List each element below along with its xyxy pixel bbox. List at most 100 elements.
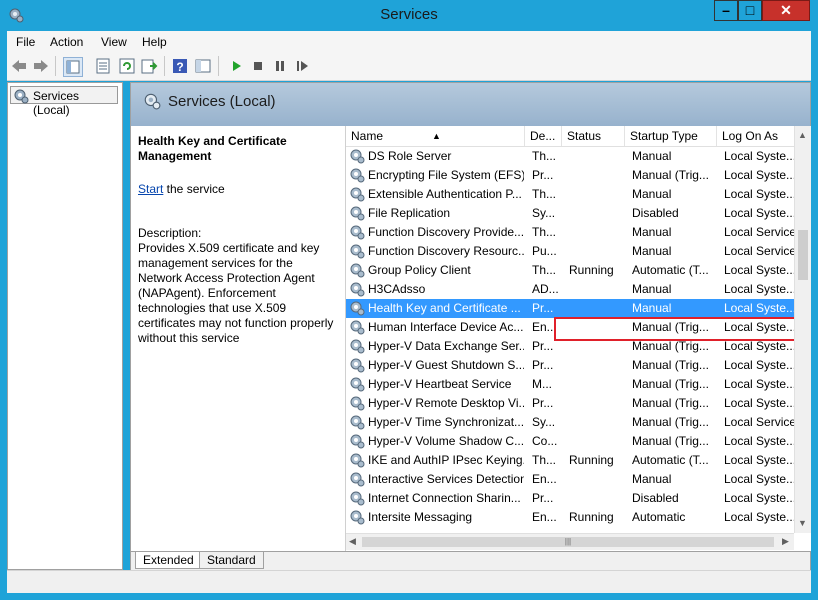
service-row[interactable]: Function Discovery Resourc... Pu... Manual… <box>346 242 794 261</box>
column-startup-type[interactable]: Startup Type <box>625 126 717 146</box>
toolbar-separator <box>55 56 56 76</box>
service-row[interactable]: File Replication Sy... Disabled Local Syste… <box>346 204 794 223</box>
service-row[interactable]: Hyper-V Remote Desktop Vi... Pr... Manual … <box>346 394 794 413</box>
service-row[interactable]: Internet Connection Sharin... Pr... Disabl… <box>346 489 794 508</box>
service-status: Running <box>569 510 614 524</box>
service-gear-icon <box>350 510 365 525</box>
description-label: Description: <box>138 226 202 240</box>
service-gear-icon <box>350 244 365 259</box>
vertical-scroll-thumb[interactable] <box>798 230 808 280</box>
scroll-down-icon[interactable]: ▼ <box>798 518 807 528</box>
close-button[interactable]: ✕ <box>762 0 810 21</box>
service-log-on-as: Local Service <box>724 415 794 429</box>
service-row[interactable]: H3CAdsso AD... Manual Local Syste... <box>346 280 794 299</box>
service-startup-type: Automatic (T... <box>632 263 709 277</box>
service-row[interactable]: Intersite Messaging En... Running Automatic… <box>346 508 794 527</box>
service-description-cell: Th... <box>532 453 557 467</box>
service-status: Running <box>569 263 614 277</box>
service-row[interactable]: Function Discovery Provide... Th... Manual… <box>346 223 794 242</box>
service-gear-icon <box>350 491 365 506</box>
service-startup-type: Disabled <box>632 491 679 505</box>
service-gear-icon <box>350 301 365 316</box>
service-startup-type: Manual (Trig... <box>632 339 709 353</box>
menu-view[interactable]: View <box>101 35 127 49</box>
minimize-button[interactable]: – <box>714 0 738 21</box>
service-startup-type: Manual <box>632 149 672 163</box>
scroll-right-icon[interactable]: ▶ <box>782 536 789 547</box>
service-log-on-as: Local Syste... <box>724 263 794 277</box>
export-list-icon[interactable] <box>140 57 158 75</box>
menu-action[interactable]: Action <box>50 35 83 49</box>
service-row[interactable]: Hyper-V Time Synchronizat... Sy... Manual … <box>346 413 794 432</box>
service-row[interactable]: Group Policy Client Th... Running Automatic… <box>346 261 794 280</box>
toolbar: ? <box>7 53 811 81</box>
service-row[interactable]: IKE and AuthIP IPsec Keying... Th... Runni… <box>346 451 794 470</box>
back-icon[interactable] <box>10 57 28 75</box>
service-row[interactable]: DS Role Server Th... Manual Local Syste... <box>346 147 794 166</box>
vertical-scrollbar[interactable]: ▲ ▼ <box>794 126 811 533</box>
sort-ascending-icon: ▲ <box>432 131 441 141</box>
service-startup-type: Manual (Trig... <box>632 168 709 182</box>
service-row[interactable]: Interactive Services Detection En... Manua… <box>346 470 794 489</box>
console-tree: Services (Local) <box>7 82 123 570</box>
menu-help[interactable]: Help <box>142 35 167 49</box>
service-row[interactable]: Health Key and Certificate ... Pr... Manua… <box>346 299 794 318</box>
start-service-icon[interactable] <box>227 57 245 75</box>
service-name: Intersite Messaging <box>368 510 473 524</box>
service-startup-type: Manual (Trig... <box>632 415 709 429</box>
scroll-up-icon[interactable]: ▲ <box>798 130 807 140</box>
service-log-on-as: Local Syste... <box>724 453 794 467</box>
column-status[interactable]: Status <box>562 126 625 146</box>
service-description-cell: Th... <box>532 225 557 239</box>
service-row[interactable]: Hyper-V Guest Shutdown S... Pr... Manual (… <box>346 356 794 375</box>
scroll-left-icon[interactable]: ◀ <box>349 536 356 547</box>
service-row[interactable]: Hyper-V Heartbeat Service M... Manual (Tri… <box>346 375 794 394</box>
title-bar[interactable]: Services – □ ✕ <box>0 0 818 30</box>
service-log-on-as: Local Service <box>724 225 794 239</box>
maximize-button[interactable]: □ <box>738 0 762 21</box>
tree-item-services-local[interactable]: Services (Local) <box>10 86 118 117</box>
show-hide-console-tree-icon[interactable] <box>63 57 83 77</box>
service-description-cell: Sy... <box>532 415 556 429</box>
refresh-icon[interactable] <box>118 57 136 75</box>
forward-icon[interactable] <box>32 57 50 75</box>
help-icon[interactable]: ? <box>171 57 189 75</box>
service-startup-type: Automatic <box>632 510 686 524</box>
service-name: IKE and AuthIP IPsec Keying... <box>368 453 524 467</box>
properties-icon[interactable] <box>94 57 112 75</box>
stop-service-icon[interactable] <box>249 57 267 75</box>
service-log-on-as: Local Syste... <box>724 491 794 505</box>
service-row[interactable]: Encrypting File System (EFS) Pr... Manual … <box>346 166 794 185</box>
service-name: Function Discovery Resourc... <box>368 244 524 258</box>
service-row[interactable]: Extensible Authentication P... Th... Manua… <box>346 185 794 204</box>
column-name[interactable]: Name ▲ <box>346 126 525 146</box>
service-gear-icon <box>350 415 365 430</box>
start-service-link[interactable]: Start <box>138 182 163 196</box>
service-row[interactable]: Hyper-V Volume Shadow C... Co... Manual (T… <box>346 432 794 451</box>
service-description-cell: Pr... <box>532 301 554 315</box>
column-description[interactable]: De... <box>525 126 562 146</box>
service-gear-icon <box>350 263 365 278</box>
horizontal-scrollbar[interactable]: ◀ ||| ▶ <box>346 533 794 550</box>
restart-service-icon[interactable] <box>293 57 311 75</box>
service-startup-type: Automatic (T... <box>632 453 709 467</box>
menu-file[interactable]: File <box>16 35 35 49</box>
pause-service-icon[interactable] <box>271 57 289 75</box>
service-startup-type: Manual <box>632 301 672 315</box>
service-log-on-as: Local Syste... <box>724 472 794 486</box>
service-startup-type: Manual <box>632 225 672 239</box>
service-gear-icon <box>350 149 365 164</box>
column-log-on-as[interactable]: Log On As <box>717 126 794 146</box>
tab-standard[interactable]: Standard <box>199 552 264 569</box>
window-title: Services <box>380 6 438 23</box>
service-startup-type: Disabled <box>632 206 679 220</box>
horizontal-scroll-thumb[interactable]: ||| <box>362 537 774 547</box>
tab-extended[interactable]: Extended <box>135 552 202 569</box>
service-name: Hyper-V Time Synchronizat... <box>368 415 524 429</box>
service-name: Hyper-V Heartbeat Service <box>368 377 512 391</box>
console-help-icon[interactable] <box>194 57 212 75</box>
service-description-cell: En... <box>532 472 557 486</box>
service-startup-type: Manual <box>632 244 672 258</box>
service-description-cell: Th... <box>532 187 557 201</box>
service-name: Internet Connection Sharin... <box>368 491 521 505</box>
